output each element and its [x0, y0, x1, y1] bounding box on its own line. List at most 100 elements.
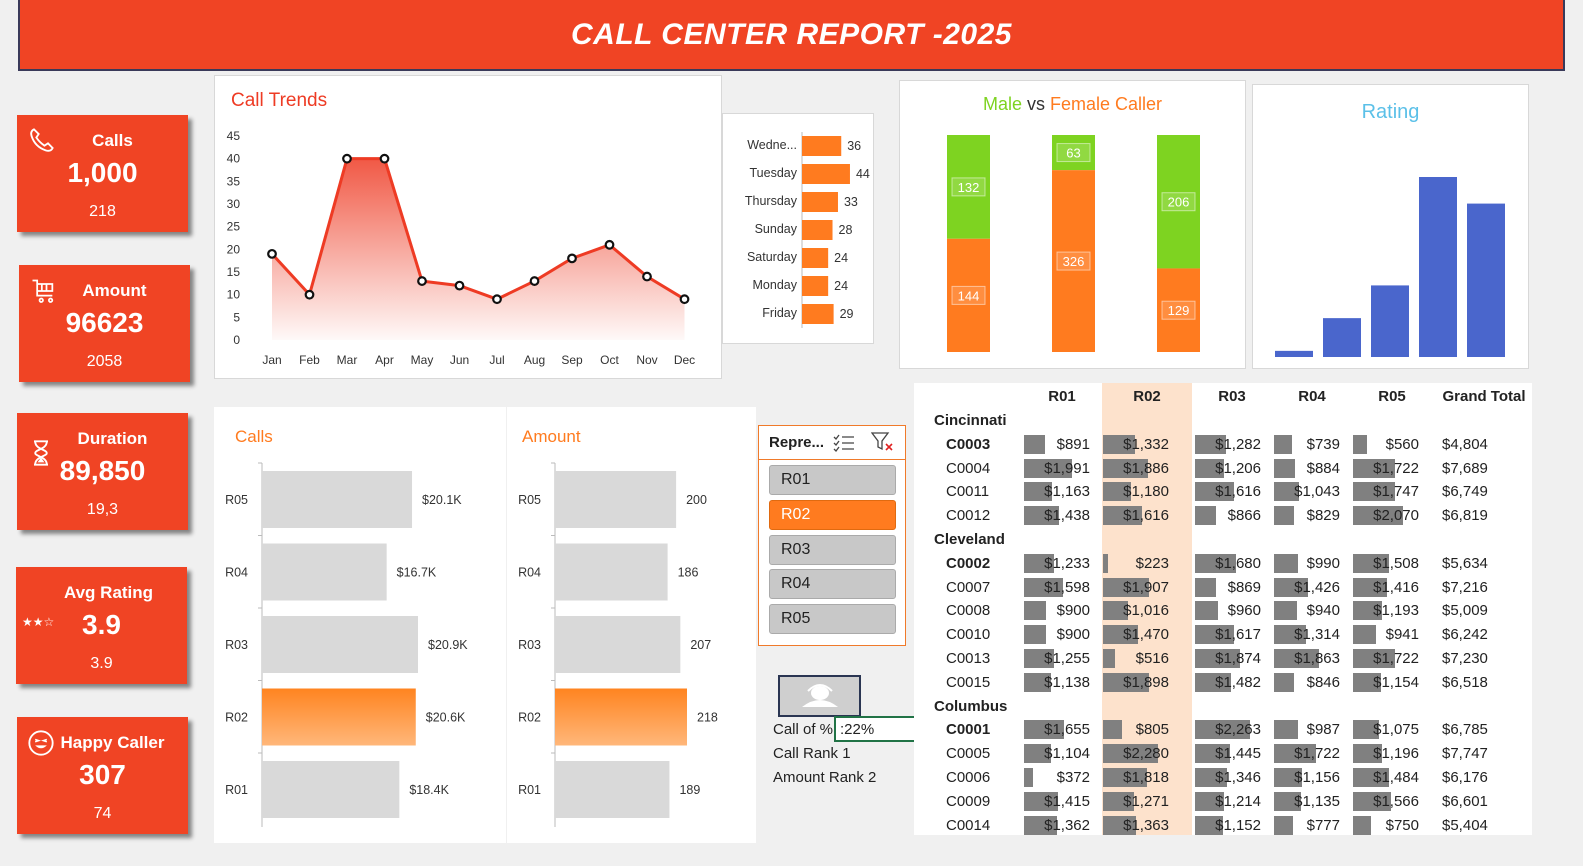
pivot-cell[interactable]: $1,566 — [1347, 793, 1419, 810]
grand-total-cell[interactable]: $7,230 — [1442, 650, 1488, 667]
pivot-cell[interactable]: $1,193 — [1347, 602, 1419, 619]
pivot-cell[interactable]: $1,426 — [1268, 579, 1340, 596]
pivot-cell[interactable]: $1,214 — [1189, 793, 1261, 810]
grand-total-cell[interactable]: $5,404 — [1442, 817, 1488, 834]
pivot-cell[interactable]: $1,104 — [1018, 745, 1090, 762]
grand-total-cell[interactable]: $6,176 — [1442, 769, 1488, 786]
grand-total-cell[interactable]: $7,747 — [1442, 745, 1488, 762]
pivot-cell[interactable]: $1,445 — [1189, 745, 1261, 762]
pivot-cell[interactable]: $1,470 — [1097, 626, 1169, 643]
pivot-cell[interactable]: $866 — [1189, 507, 1261, 524]
pivot-cell[interactable]: $1,152 — [1189, 817, 1261, 834]
customer-code[interactable]: C0007 — [946, 579, 990, 596]
slicer-item-r03[interactable]: R03 — [769, 535, 896, 565]
grand-total-cell[interactable]: $6,819 — [1442, 507, 1488, 524]
pivot-cell[interactable]: $891 — [1018, 436, 1090, 453]
slicer-item-r02[interactable]: R02 — [769, 500, 896, 530]
pivot-cell[interactable]: $1,156 — [1268, 769, 1340, 786]
customer-code[interactable]: C0011 — [946, 483, 989, 500]
pivot-cell[interactable]: $1,196 — [1347, 745, 1419, 762]
customer-code[interactable]: C0010 — [946, 626, 990, 643]
pivot-cell[interactable]: $941 — [1347, 626, 1419, 643]
pivot-cell[interactable]: $1,255 — [1018, 650, 1090, 667]
pivot-cell[interactable]: $1,818 — [1097, 769, 1169, 786]
grand-total-cell[interactable]: $7,216 — [1442, 579, 1488, 596]
grand-total-cell[interactable]: $6,601 — [1442, 793, 1488, 810]
pivot-cell[interactable]: $1,271 — [1097, 793, 1169, 810]
pivot-cell[interactable]: $1,163 — [1018, 483, 1090, 500]
pivot-cell[interactable]: $777 — [1268, 817, 1340, 834]
pivot-cell[interactable]: $987 — [1268, 721, 1340, 738]
pivot-cell[interactable]: $1,016 — [1097, 602, 1169, 619]
pivot-cell[interactable]: $1,616 — [1189, 483, 1261, 500]
pivot-cell[interactable]: $1,135 — [1268, 793, 1340, 810]
pivot-cell[interactable]: $739 — [1268, 436, 1340, 453]
pivot-cell[interactable]: $1,863 — [1268, 650, 1340, 667]
pivot-cell[interactable]: $1,898 — [1097, 674, 1169, 691]
customer-code[interactable]: C0015 — [946, 674, 990, 691]
pivot-cell[interactable]: $1,363 — [1097, 817, 1169, 834]
pivot-cell[interactable]: $829 — [1268, 507, 1340, 524]
pivot-cell[interactable]: $1,233 — [1018, 555, 1090, 572]
slicer-item-r05[interactable]: R05 — [769, 604, 896, 634]
column-header[interactable]: Grand Total — [1436, 388, 1532, 405]
pivot-cell[interactable]: $900 — [1018, 602, 1090, 619]
pivot-cell[interactable]: $1,484 — [1347, 769, 1419, 786]
pivot-cell[interactable]: $1,180 — [1097, 483, 1169, 500]
pivot-cell[interactable]: $900 — [1018, 626, 1090, 643]
pivot-cell[interactable]: $1,482 — [1189, 674, 1261, 691]
grand-total-cell[interactable]: $5,009 — [1442, 602, 1488, 619]
pivot-cell[interactable]: $1,075 — [1347, 721, 1419, 738]
pivot-cell[interactable]: $1,747 — [1347, 483, 1419, 500]
pivot-cell[interactable]: $1,616 — [1097, 507, 1169, 524]
city-row-label[interactable]: Cincinnati — [934, 412, 1007, 429]
pivot-cell[interactable]: $1,598 — [1018, 579, 1090, 596]
grand-total-cell[interactable]: $6,749 — [1442, 483, 1488, 500]
customer-code[interactable]: C0012 — [946, 507, 990, 524]
pivot-cell[interactable]: $1,508 — [1347, 555, 1419, 572]
grand-total-cell[interactable]: $7,689 — [1442, 460, 1488, 477]
pivot-cell[interactable]: $560 — [1347, 436, 1419, 453]
pivot-cell[interactable]: $846 — [1268, 674, 1340, 691]
pivot-cell[interactable]: $372 — [1018, 769, 1090, 786]
pivot-cell[interactable]: $990 — [1268, 555, 1340, 572]
column-header[interactable]: R02 — [1102, 388, 1192, 405]
pivot-cell[interactable]: $1,154 — [1347, 674, 1419, 691]
selected-cell[interactable]: :22% — [834, 716, 916, 742]
column-header[interactable]: R03 — [1192, 388, 1272, 405]
column-header[interactable]: R01 — [1022, 388, 1102, 405]
customer-code[interactable]: C0001 — [946, 721, 990, 738]
pivot-cell[interactable]: $1,416 — [1347, 579, 1419, 596]
city-row-label[interactable]: Cleveland — [934, 531, 1005, 548]
pivot-cell[interactable]: $1,206 — [1189, 460, 1261, 477]
pivot-cell[interactable]: $223 — [1097, 555, 1169, 572]
column-header[interactable]: R04 — [1272, 388, 1352, 405]
pivot-cell[interactable]: $1,907 — [1097, 579, 1169, 596]
pivot-cell[interactable]: $1,722 — [1347, 460, 1419, 477]
customer-code[interactable]: C0005 — [946, 745, 990, 762]
customer-code[interactable]: C0014 — [946, 817, 990, 834]
multi-select-icon[interactable] — [833, 434, 855, 452]
city-row-label[interactable]: Columbus — [934, 698, 1007, 715]
customer-code[interactable]: C0003 — [946, 436, 990, 453]
pivot-cell[interactable]: $2,070 — [1347, 507, 1419, 524]
pivot-cell[interactable]: $1,991 — [1018, 460, 1090, 477]
pivot-cell[interactable]: $750 — [1347, 817, 1419, 834]
pivot-cell[interactable]: $1,346 — [1189, 769, 1261, 786]
clear-filter-icon[interactable] — [871, 432, 895, 452]
pivot-cell[interactable]: $1,886 — [1097, 460, 1169, 477]
pivot-cell[interactable]: $940 — [1268, 602, 1340, 619]
pivot-cell[interactable]: $2,280 — [1097, 745, 1169, 762]
pivot-cell[interactable]: $1,362 — [1018, 817, 1090, 834]
pivot-cell[interactable]: $1,722 — [1347, 650, 1419, 667]
customer-code[interactable]: C0006 — [946, 769, 990, 786]
pivot-cell[interactable]: $960 — [1189, 602, 1261, 619]
customer-code[interactable]: C0008 — [946, 602, 990, 619]
pivot-cell[interactable]: $1,655 — [1018, 721, 1090, 738]
pivot-cell[interactable]: $1,722 — [1268, 745, 1340, 762]
slicer-item-r01[interactable]: R01 — [769, 465, 896, 495]
slicer-item-r04[interactable]: R04 — [769, 569, 896, 599]
grand-total-cell[interactable]: $6,518 — [1442, 674, 1488, 691]
customer-code[interactable]: C0004 — [946, 460, 990, 477]
grand-total-cell[interactable]: $5,634 — [1442, 555, 1488, 572]
